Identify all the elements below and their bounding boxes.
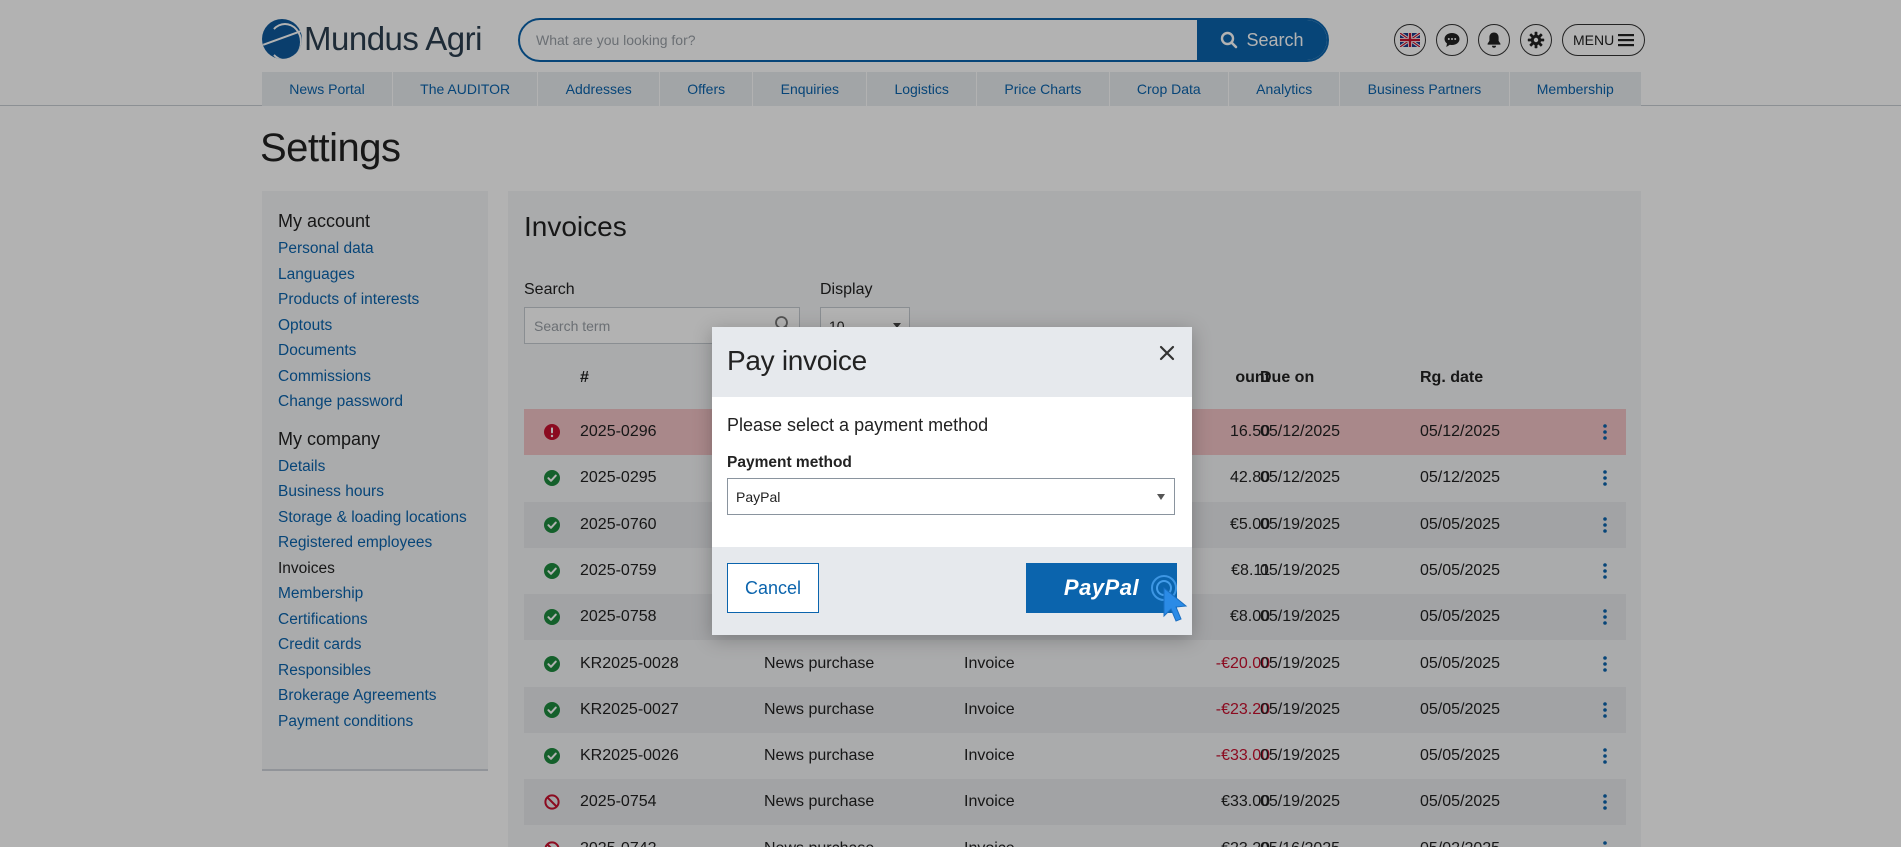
close-button[interactable] <box>1154 340 1180 366</box>
payment-method-select[interactable]: PayPal <box>727 478 1175 515</box>
dialog-body: Please select a payment method Payment m… <box>727 415 1177 515</box>
dialog-footer: Cancel PayPal <box>712 547 1192 635</box>
cancel-button[interactable]: Cancel <box>727 563 819 613</box>
dialog-question: Please select a payment method <box>727 415 989 435</box>
payment-method-label: Payment method <box>727 454 852 471</box>
payment-method-value: PayPal <box>736 489 781 505</box>
pay-invoice-dialog: Pay invoice Please select a payment meth… <box>712 327 1192 635</box>
dialog-header: Pay invoice <box>712 327 1192 397</box>
pointer-cursor-icon <box>1151 575 1188 622</box>
dialog-title: Pay invoice <box>727 345 867 376</box>
caret-down-icon <box>1157 494 1165 500</box>
close-icon <box>1159 345 1175 361</box>
